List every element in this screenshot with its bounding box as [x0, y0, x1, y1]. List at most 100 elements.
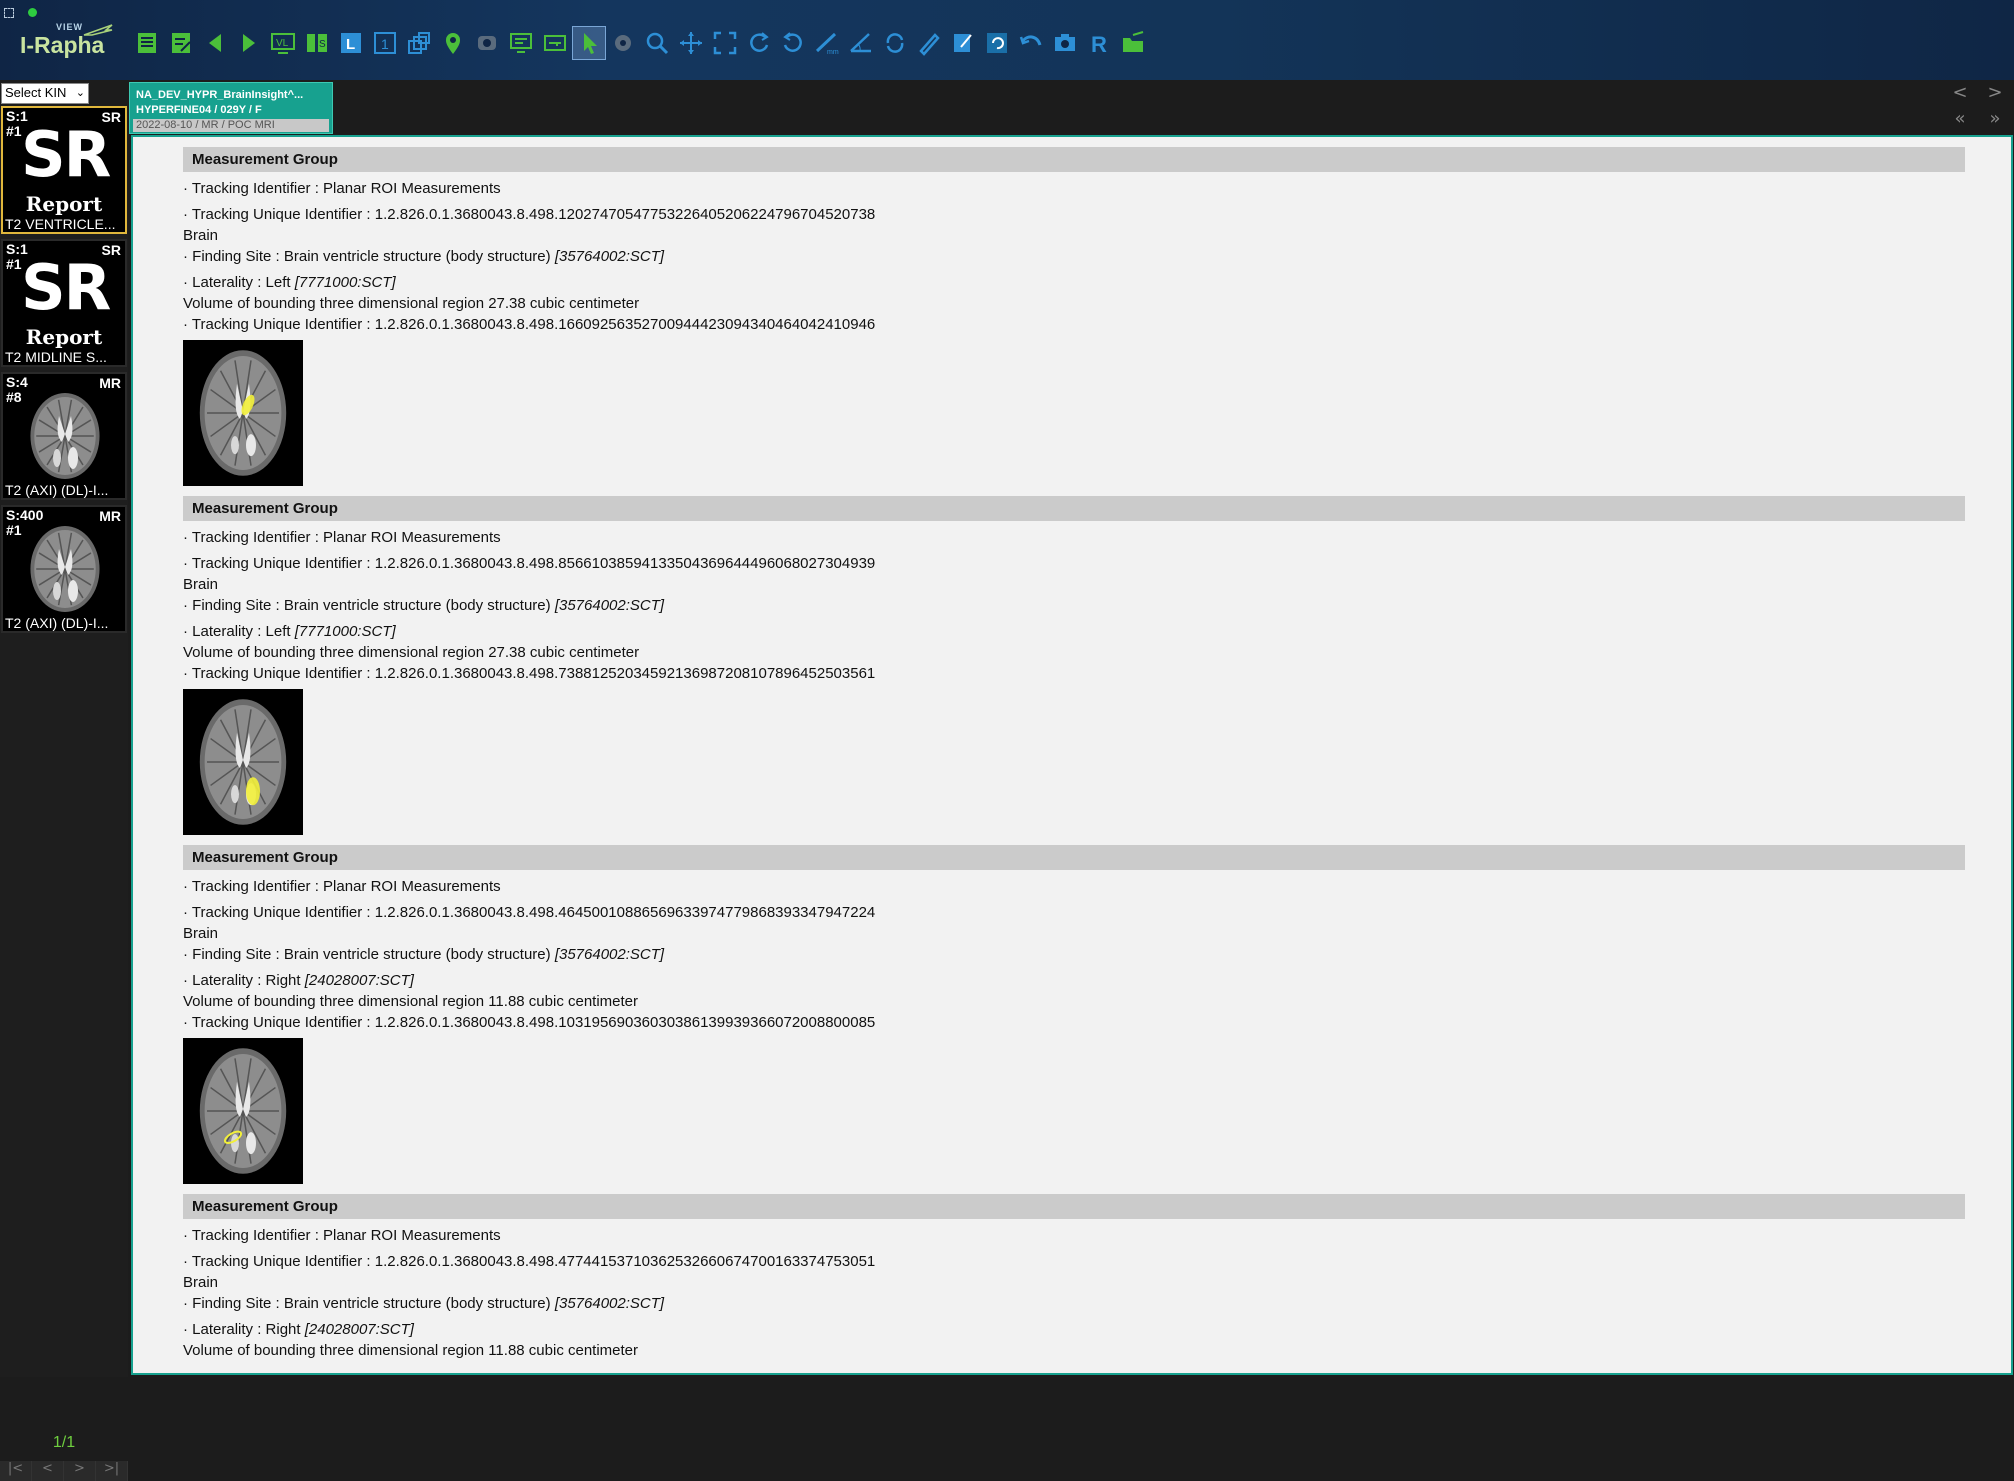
series-description: T2 (AXI) (DL)-I... — [5, 615, 109, 631]
series-description: T2 (AXI) (DL)-I... — [5, 482, 109, 498]
sr-report: Measurement Group · Tracking Identifier :… — [183, 147, 1965, 1371]
roi-image[interactable] — [183, 689, 303, 835]
first-page-button[interactable]: |< — [0, 1461, 32, 1481]
ruler-tool-button[interactable]: mm — [810, 26, 844, 60]
folder-tool-button[interactable] — [1116, 26, 1150, 60]
finding-site-code: [35764002:SCT] — [554, 946, 665, 963]
measurement-group: Measurement Group · Tracking Identifier :… — [183, 147, 1965, 486]
first-study-button[interactable]: « — [1945, 108, 1975, 132]
next-tool-button[interactable] — [232, 26, 266, 60]
prev-study-button[interactable]: < — [1945, 82, 1975, 106]
brain-mri-image — [183, 689, 303, 835]
rotate-tool-button[interactable] — [878, 26, 912, 60]
brain-mri-image — [183, 340, 303, 486]
modality-label: MR — [99, 508, 121, 524]
next-study-button[interactable]: > — [1980, 82, 2010, 106]
thumbnail-nav: |< < > >| — [0, 1461, 128, 1481]
organ-label: Brain — [183, 1274, 219, 1291]
location-pin-tool-button[interactable] — [436, 26, 470, 60]
undo-tool-button[interactable] — [1014, 26, 1048, 60]
logo-view-text: VIEW — [56, 22, 84, 32]
roi-image[interactable] — [183, 340, 303, 486]
notes-tool-button[interactable] — [164, 26, 198, 60]
r-tool-button[interactable]: R — [1082, 26, 1116, 60]
last-study-button[interactable]: » — [1980, 108, 2010, 132]
study-tab[interactable]: NA_DEV_HYPR_BrainInsight^... HYPERFINE04… — [129, 82, 333, 134]
svg-text:L: L — [346, 36, 355, 53]
fullscreen-icon[interactable] — [4, 8, 14, 18]
edit-tool-button[interactable] — [946, 26, 980, 60]
folder-icon — [1123, 31, 1144, 52]
roi-image[interactable] — [183, 1038, 303, 1184]
finding-site-text: · Finding Site : Brain ventricle structu… — [183, 248, 555, 265]
vl-icon: VL — [271, 33, 295, 54]
angle-tool-button[interactable] — [844, 26, 878, 60]
series-thumbnail[interactable]: S:400 #1 MR T2 (AXI) (DL)-I... — [1, 505, 127, 633]
laterality-code: [24028007:SCT] — [304, 972, 414, 989]
series-thumbnail[interactable]: S:4 #8 MR T2 (AXI) (DL)-I... — [1, 372, 127, 500]
vl-tool-button[interactable]: VL — [266, 26, 300, 60]
rotate-icon — [886, 33, 904, 53]
series-number: S:4 — [6, 374, 28, 390]
page-indicator: 1/1 — [52, 1434, 76, 1451]
rotate-right-tool-button[interactable] — [776, 26, 810, 60]
volume-measurement: Volume of bounding three dimensional reg… — [183, 295, 640, 312]
sr-report-viewer[interactable]: Measurement Group · Tracking Identifier :… — [131, 135, 2013, 1375]
laterality: · Laterality : Right [24028007:SCT] — [183, 1319, 1965, 1340]
laterality-code: [7771000:SCT] — [294, 274, 396, 291]
laterality-code: [7771000:SCT] — [294, 623, 396, 640]
gear-tool-button[interactable] — [606, 26, 640, 60]
series-preview — [17, 519, 113, 623]
finding-site-code: [35764002:SCT] — [554, 1295, 665, 1312]
pencil-tool-button[interactable] — [912, 26, 946, 60]
app-logo: VIEW I-Rapha — [18, 22, 118, 62]
svg-text:S: S — [319, 39, 326, 50]
brain-mri-image — [17, 519, 113, 619]
tracking-identifier: · Tracking Identifier : Planar ROI Measu… — [183, 529, 501, 546]
organ-label: Brain — [183, 925, 219, 942]
stack-icon — [408, 32, 430, 54]
fit-tool-button[interactable] — [708, 26, 742, 60]
last-page-button[interactable]: >| — [96, 1461, 128, 1481]
finding-site: · Finding Site : Brain ventricle structu… — [183, 944, 1965, 965]
roi-tracking-uid: · Tracking Unique Identifier : 1.2.826.0… — [183, 665, 876, 682]
volume-measurement: Volume of bounding three dimensional reg… — [183, 1342, 639, 1359]
roi-tracking-uid: · Tracking Unique Identifier : 1.2.826.0… — [183, 316, 876, 333]
organ-label: Brain — [183, 576, 219, 593]
pointer-tool-button[interactable] — [572, 26, 606, 60]
kin-select-value: Select KIN — [5, 85, 67, 100]
monitor-tool-button[interactable] — [504, 26, 538, 60]
key-tool-button[interactable] — [538, 26, 572, 60]
fit-icon — [713, 31, 737, 55]
record-tool-button[interactable] — [470, 26, 504, 60]
zoom-tool-button[interactable] — [640, 26, 674, 60]
series-number: S:400 — [6, 507, 44, 523]
study-patient-info: HYPERFINE04 / 029Y / F — [136, 104, 262, 116]
series-thumbnail[interactable]: S:1 #1 SR SR Report T2 MIDLINE S... — [1, 239, 127, 367]
layout-l-tool-button[interactable]: L — [334, 26, 368, 60]
series-panel: S:1 #1 SR SR Report T2 VENTRICLE... S:1 #1 SR SR R… — [0, 106, 128, 1481]
series-thumbnail[interactable]: S:1 #1 SR SR Report T2 VENTRICLE... — [1, 106, 127, 234]
rotate-right-icon — [783, 32, 802, 52]
series-sync-icon: S — [307, 34, 327, 52]
window-controls — [4, 6, 37, 20]
image-number: #1 — [6, 123, 22, 139]
window-dot-icon[interactable] — [28, 8, 37, 17]
prev-page-button[interactable]: < — [32, 1461, 64, 1481]
reset-icon — [987, 33, 1007, 53]
reset-tool-button[interactable] — [980, 26, 1014, 60]
svg-text:VL: VL — [276, 38, 289, 49]
modality-label: MR — [99, 375, 121, 391]
kin-select[interactable]: Select KIN ⌄ — [1, 83, 89, 104]
stack-tool-button[interactable] — [402, 26, 436, 60]
camera-tool-button[interactable] — [1048, 26, 1082, 60]
pan-tool-button[interactable] — [674, 26, 708, 60]
series-sync-tool-button[interactable]: S — [300, 26, 334, 60]
rotate-left-tool-button[interactable] — [742, 26, 776, 60]
layout-1-tool-button[interactable]: 1 — [368, 26, 402, 60]
list-tool-button[interactable] — [130, 26, 164, 60]
prev-tool-button[interactable] — [198, 26, 232, 60]
next-page-button[interactable]: > — [64, 1461, 96, 1481]
measurement-group-header: Measurement Group — [183, 147, 1965, 172]
top-toolbar: VIEW I-Rapha VL S L 1 mm R — [0, 0, 2014, 80]
